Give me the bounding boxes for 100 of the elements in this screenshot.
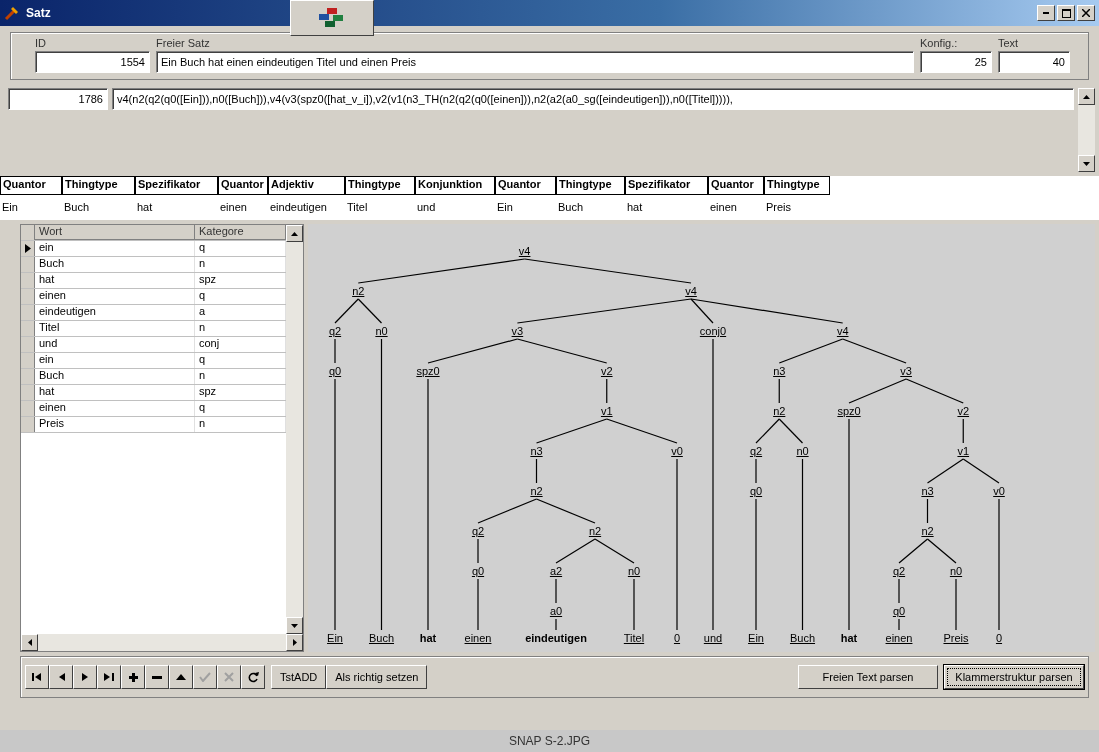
tree-node[interactable]: q0: [328, 365, 342, 377]
tree-node[interactable]: q2: [471, 525, 485, 537]
column-header: Quantor: [218, 176, 268, 195]
leaf-word[interactable]: Ein: [748, 632, 764, 644]
leaf-word[interactable]: einen: [885, 632, 913, 644]
leaf-word[interactable]: Preis: [943, 632, 969, 644]
navigator-button[interactable]: [169, 665, 193, 689]
branch-line: [334, 338, 336, 364]
down-arrow-icon: [291, 623, 298, 628]
leaf-word[interactable]: einen: [464, 632, 492, 644]
tree-node[interactable]: v0: [671, 445, 683, 457]
navigator-button[interactable]: [145, 665, 169, 689]
tree-node[interactable]: n0: [796, 445, 809, 457]
scroll-up-button[interactable]: [286, 225, 303, 242]
tree-node[interactable]: n2: [588, 525, 602, 537]
tree-node[interactable]: v1: [600, 405, 613, 417]
tree-node[interactable]: n0: [627, 565, 641, 577]
tree-node[interactable]: q0: [749, 485, 763, 497]
minimize-button[interactable]: [1037, 5, 1055, 21]
tree-node[interactable]: v4: [518, 245, 531, 257]
branch-line: [926, 498, 929, 524]
tree-node[interactable]: spz0: [837, 405, 861, 417]
toolbar-tab[interactable]: [290, 0, 374, 36]
tree-node[interactable]: v0: [993, 485, 1005, 497]
scroll-down-button[interactable]: [286, 617, 303, 634]
maximize-button[interactable]: [1057, 5, 1075, 21]
table-cell: Buch: [35, 369, 195, 384]
scroll-down-button[interactable]: [1078, 155, 1095, 172]
branch-line: [898, 618, 900, 631]
tree-node[interactable]: n3: [773, 365, 786, 377]
input-field[interactable]: 1786: [8, 88, 108, 110]
input-field[interactable]: 25: [920, 51, 992, 73]
leaf-word[interactable]: 0: [995, 632, 1003, 644]
tree-node[interactable]: v4: [836, 325, 849, 337]
tree-node[interactable]: conj0: [699, 325, 727, 337]
action-button[interactable]: TstADD: [271, 665, 327, 689]
navigator-button[interactable]: [121, 665, 145, 689]
tree-node[interactable]: q0: [892, 605, 906, 617]
leaf-word[interactable]: und: [703, 632, 723, 644]
scroll-right-button[interactable]: [286, 634, 303, 651]
action-button[interactable]: Freien Text parsen: [798, 665, 938, 689]
scroll-left-button[interactable]: [21, 634, 38, 651]
action-button[interactable]: Als richtig setzen: [326, 665, 428, 689]
tree-node[interactable]: q2: [892, 565, 906, 577]
navigator-button[interactable]: [241, 665, 265, 689]
row-indicator[interactable]: [21, 241, 35, 256]
tree-node[interactable]: v1: [957, 445, 970, 457]
leaf-word[interactable]: hat: [419, 632, 437, 644]
tree-node[interactable]: n0: [375, 325, 388, 337]
tree-node[interactable]: n2: [773, 405, 786, 417]
leaf-word[interactable]: hat: [840, 632, 858, 644]
scrollbar[interactable]: [1078, 88, 1095, 172]
up-triangle-icon: [176, 674, 186, 680]
table-cell-text: einen: [219, 200, 248, 213]
navigator-button[interactable]: [25, 665, 49, 689]
leaf-word[interactable]: Ein: [327, 632, 343, 644]
tree-node[interactable]: n3: [921, 485, 934, 497]
table-cell: Buch: [35, 257, 195, 272]
tree-node[interactable]: spz0: [416, 365, 440, 377]
tree-node[interactable]: a0: [549, 605, 563, 617]
close-button[interactable]: [1077, 5, 1095, 21]
tree-node[interactable]: n0: [949, 565, 963, 577]
input-field[interactable]: v4(n2(q2(q0([Ein])),n0([Buch])),v4(v3(spz0([hat_v_i]),v2(v1(n3_TH(n2(q2(q0([einen])),n2(a2(a0_sg([eindeutigen])),n0([Titel])))),: [112, 88, 1074, 110]
tree-node[interactable]: q2: [328, 325, 342, 337]
tree-node[interactable]: v4: [685, 285, 697, 297]
input-field[interactable]: 40: [998, 51, 1070, 73]
navigator-button[interactable]: [73, 665, 97, 689]
leaf-word[interactable]: Buch: [368, 632, 395, 644]
tree-node[interactable]: q2: [749, 445, 763, 457]
table-cell: eindeutigen: [35, 305, 195, 320]
column-header: Quantor: [708, 176, 764, 195]
tree-node[interactable]: v2: [600, 365, 613, 377]
branch-line: [555, 538, 596, 564]
input-field[interactable]: Ein Buch hat einen eindeutigen Titel und einen Preis: [156, 51, 914, 73]
leaf-word[interactable]: Titel: [623, 632, 645, 644]
branch-line: [848, 378, 907, 404]
action-button[interactable]: Klammerstruktur parsen: [944, 665, 1084, 689]
tree-node[interactable]: n2: [352, 285, 365, 297]
scroll-up-button[interactable]: [1078, 88, 1095, 105]
tree-node[interactable]: v2: [957, 405, 970, 417]
navigator-button[interactable]: [97, 665, 121, 689]
scrollbar[interactable]: [21, 634, 303, 651]
tree-node[interactable]: a2: [549, 565, 563, 577]
tree-node[interactable]: n3: [530, 445, 543, 457]
leaf-word[interactable]: eindeutigen: [525, 632, 587, 644]
navigator-button[interactable]: [49, 665, 73, 689]
tree-node[interactable]: n2: [530, 485, 543, 497]
input-field[interactable]: 1554: [35, 51, 150, 73]
leaf-word[interactable]: Buch: [789, 632, 816, 644]
table-cell: hat: [35, 273, 195, 288]
scrollbar[interactable]: [286, 225, 303, 634]
branch-line: [535, 458, 538, 484]
branch-line: [962, 458, 1000, 484]
tree-node[interactable]: v3: [511, 325, 524, 337]
tree-node[interactable]: v3: [900, 365, 912, 377]
tree-node[interactable]: q0: [471, 565, 485, 577]
table-cell-text: Buch: [63, 200, 91, 213]
close-icon: [1082, 9, 1090, 17]
leaf-word[interactable]: 0: [673, 632, 681, 644]
tree-node[interactable]: n2: [921, 525, 934, 537]
